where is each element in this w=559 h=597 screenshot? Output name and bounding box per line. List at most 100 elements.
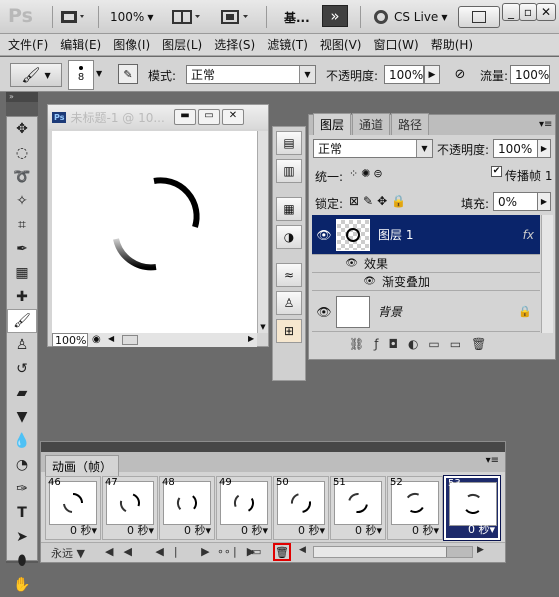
tab-animation[interactable]: 动画（帧） xyxy=(45,455,120,477)
tool-presets-panel-icon[interactable]: ⊞ xyxy=(276,319,302,343)
tab-channels[interactable]: 通道 xyxy=(352,113,391,135)
doc-minimize-button[interactable]: ▬ xyxy=(174,109,196,125)
animation-frame[interactable]: 50 0 秒▾ xyxy=(273,476,329,540)
animation-menu-icon[interactable]: ▾≡ xyxy=(486,455,499,466)
menu-layer[interactable]: 图层(L) xyxy=(156,36,208,53)
animation-frame[interactable]: 52 0 秒▾ xyxy=(387,476,443,540)
panel-toggle-button[interactable] xyxy=(458,6,500,28)
menu-window[interactable]: 窗口(W) xyxy=(367,36,424,53)
layers-scrollbar[interactable] xyxy=(541,215,553,333)
history-brush-tool-icon[interactable]: ↺ xyxy=(7,357,37,381)
playback-controls[interactable]: ◀◀ ◀| ▶ |▶ xyxy=(105,545,265,558)
cs-live-button[interactable]: CS Live ▼ xyxy=(374,6,447,28)
animation-frame[interactable]: 48 0 秒▾ xyxy=(159,476,215,540)
opacity-slider-arrow[interactable]: ▶ xyxy=(424,65,440,84)
type-tool-icon[interactable]: T xyxy=(7,501,37,525)
pen-tool-icon[interactable]: ✑ xyxy=(7,477,37,501)
quick-select-tool-icon[interactable]: ✧ xyxy=(7,189,37,213)
brush-panel-icon[interactable]: ✎ xyxy=(118,64,138,84)
brush-size-picker[interactable]: 8 xyxy=(68,60,94,90)
menu-select[interactable]: 选择(S) xyxy=(208,36,261,53)
animation-frame[interactable]: 47 0 秒▾ xyxy=(102,476,158,540)
layer-opacity-input[interactable]: 100% xyxy=(493,139,539,158)
horizontal-scroll-thumb[interactable] xyxy=(122,335,138,345)
tool-preset-picker[interactable]: 🖌 ▼ xyxy=(10,63,62,87)
brush-panel-dock-icon[interactable]: ≈ xyxy=(276,263,302,287)
tween-icon[interactable]: ∘∘ xyxy=(217,545,231,558)
brush-size-arrow-icon[interactable]: ▼ xyxy=(96,69,102,78)
swatches-panel-icon[interactable]: ▦ xyxy=(276,197,302,221)
screen-mode-icon[interactable] xyxy=(220,6,250,28)
paint-bucket-tool-icon[interactable]: ▼ xyxy=(7,405,37,429)
ruler-tool-icon[interactable]: ▦ xyxy=(7,261,37,285)
doc-close-button[interactable]: ✕ xyxy=(222,109,244,125)
bridge-button[interactable] xyxy=(60,6,86,28)
animation-frame[interactable]: 49 0 秒▾ xyxy=(216,476,272,540)
fill-input[interactable]: 0% xyxy=(493,192,539,211)
blend-mode-select[interactable]: 正常 ▼ xyxy=(313,139,433,158)
shape-tool-icon[interactable]: ⬮ xyxy=(7,549,37,573)
healing-brush-tool-icon[interactable]: ✚ xyxy=(7,285,37,309)
doc-restore-button[interactable]: ▭ xyxy=(198,109,220,125)
path-select-tool-icon[interactable]: ➤ xyxy=(7,525,37,549)
layer-row-background[interactable]: 👁 背景 🔒 xyxy=(312,292,540,332)
frame-delay[interactable]: 0 秒▾ xyxy=(127,522,154,538)
minimize-button[interactable]: _ xyxy=(502,3,520,21)
animation-frame[interactable]: 53 0 秒▾ xyxy=(443,475,501,541)
layer-opacity-arrow[interactable]: ▶ xyxy=(537,139,551,158)
frame-delay[interactable]: 0 秒▾ xyxy=(241,522,268,538)
duplicate-frame-icon[interactable]: ▭ xyxy=(251,545,261,558)
animation-frame[interactable]: 51 0 秒▾ xyxy=(330,476,386,540)
layer-row-1[interactable]: 👁 图层 1 fx xyxy=(312,215,540,255)
opacity-input[interactable]: 100% xyxy=(384,65,424,84)
animation-frame[interactable]: 46 0 秒▾ xyxy=(45,476,101,540)
marquee-tool-icon[interactable]: ◌ xyxy=(7,141,37,165)
clone-source-panel-icon[interactable]: ♙ xyxy=(276,291,302,315)
dodge-tool-icon[interactable]: ◔ xyxy=(7,453,37,477)
menu-filter[interactable]: 滤镜(T) xyxy=(261,36,314,53)
close-button[interactable]: ✕ xyxy=(536,3,556,21)
frame-delay[interactable]: 0 秒▾ xyxy=(468,521,495,537)
frame-delay[interactable]: 0 秒▾ xyxy=(355,522,382,538)
frames-scroll-right-icon[interactable]: ▶ xyxy=(477,545,484,555)
visibility-eye-icon[interactable]: 👁 xyxy=(312,305,336,319)
document-zoom[interactable]: 100% xyxy=(52,333,88,347)
menu-view[interactable]: 视图(V) xyxy=(314,36,368,53)
eraser-tool-icon[interactable]: ▰ xyxy=(7,381,37,405)
flow-input[interactable]: 100% xyxy=(510,65,550,84)
visibility-eye-icon[interactable]: 👁 xyxy=(312,228,336,242)
crop-tool-icon[interactable]: ⌗ xyxy=(7,213,37,237)
lock-icons[interactable]: ⊠✎✥🔒 xyxy=(349,194,410,208)
brush-tool-icon[interactable]: 🖌 xyxy=(7,309,37,333)
effects-row[interactable]: 👁 效果 xyxy=(312,255,540,273)
effects-eye-icon[interactable]: 👁 xyxy=(312,258,358,269)
lasso-tool-icon[interactable]: ➰ xyxy=(7,165,37,189)
layers-bottom-toolbar[interactable]: ⛓ƒ◘◐▭▭🗑 xyxy=(349,337,496,351)
blur-tool-icon[interactable]: 💧 xyxy=(7,429,37,453)
scroll-right-icon[interactable]: ▶ xyxy=(248,334,254,343)
maximize-button[interactable]: ▫ xyxy=(519,3,537,21)
status-menu-icon[interactable]: ◉ xyxy=(92,334,101,345)
frame-delay[interactable]: 0 秒▾ xyxy=(184,522,211,538)
menu-edit[interactable]: 编辑(E) xyxy=(54,36,107,53)
menu-image[interactable]: 图像(I) xyxy=(107,36,156,53)
eyedropper-tool-icon[interactable]: ✒ xyxy=(7,237,37,261)
arrange-docs-icon[interactable] xyxy=(172,6,202,28)
tab-paths[interactable]: 路径 xyxy=(391,113,430,135)
frame-delay[interactable]: 0 秒▾ xyxy=(412,522,439,538)
adjustments-panel-icon[interactable]: ◑ xyxy=(276,225,302,249)
scroll-down-icon[interactable]: ▼ xyxy=(258,323,268,333)
menu-help[interactable]: 帮助(H) xyxy=(425,36,479,53)
zoom-level[interactable]: 100% ▼ xyxy=(110,6,153,28)
delete-frame-icon[interactable]: 🗑 xyxy=(273,543,291,561)
move-tool-icon[interactable]: ✥ xyxy=(7,117,37,141)
history-panel-icon[interactable]: ▤ xyxy=(276,131,302,155)
more-workspaces-button[interactable]: » xyxy=(322,5,348,27)
loop-select[interactable]: 永远 ▼ xyxy=(51,545,85,561)
hand-tool-icon[interactable]: ✋ xyxy=(7,573,37,597)
panel-menu-icon[interactable]: ▾≡ xyxy=(539,119,552,130)
frames-scrollbar[interactable] xyxy=(313,546,473,558)
unify-icons[interactable]: ⁘✺⊜ xyxy=(349,167,386,180)
vertical-scrollbar[interactable]: ▼ xyxy=(257,131,268,333)
scroll-left-icon[interactable]: ◀ xyxy=(108,334,114,343)
